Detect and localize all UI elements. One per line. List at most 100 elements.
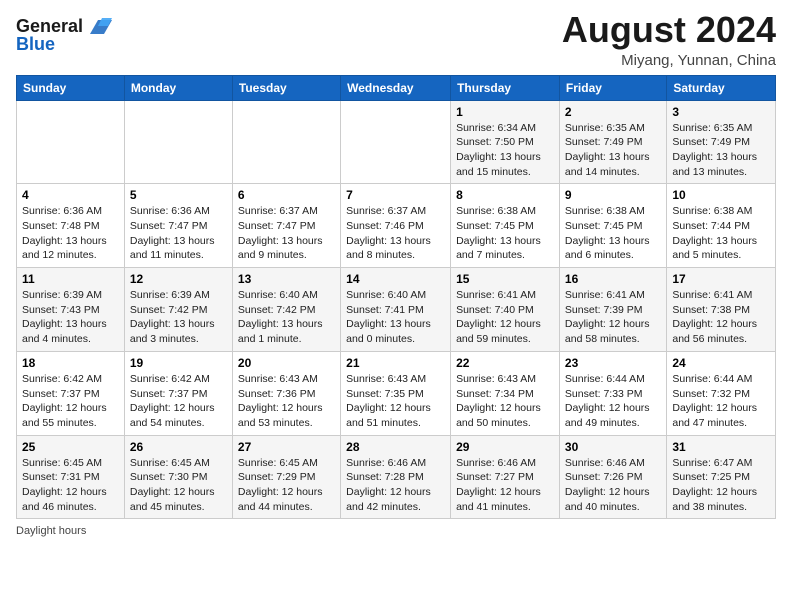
day-info: Sunrise: 6:41 AMSunset: 7:38 PMDaylight:… (672, 288, 770, 347)
day-info: Sunrise: 6:43 AMSunset: 7:36 PMDaylight:… (238, 372, 335, 431)
day-number: 14 (346, 272, 445, 286)
day-info: Sunrise: 6:46 AMSunset: 7:28 PMDaylight:… (346, 456, 445, 515)
calendar-week-row: 4 Sunrise: 6:36 AMSunset: 7:48 PMDaylight… (17, 184, 776, 268)
day-info: Sunrise: 6:43 AMSunset: 7:34 PMDaylight:… (456, 372, 554, 431)
day-number: 9 (565, 188, 661, 202)
page: General Blue August 2024 Miyang, Yunnan,… (0, 0, 792, 612)
col-header-tuesday: Tuesday (232, 75, 340, 100)
day-info: Sunrise: 6:40 AMSunset: 7:42 PMDaylight:… (238, 288, 335, 347)
calendar-cell: 29Sunrise: 6:46 AMSunset: 7:27 PMDayligh… (451, 435, 560, 519)
calendar-week-row: 25Sunrise: 6:45 AMSunset: 7:31 PMDayligh… (17, 435, 776, 519)
day-info: Sunrise: 6:42 AMSunset: 7:37 PMDaylight:… (22, 372, 119, 431)
calendar-cell: 18 Sunrise: 6:42 AMSunset: 7:37 PMDayligh… (17, 351, 125, 435)
day-info: Sunrise: 6:39 AMSunset: 7:42 PMDaylight:… (130, 288, 227, 347)
calendar-cell: 14 Sunrise: 6:40 AMSunset: 7:41 PMDayligh… (341, 268, 451, 352)
day-info: Sunrise: 6:37 AMSunset: 7:46 PMDaylight:… (346, 204, 445, 263)
calendar-cell (17, 100, 125, 184)
day-number: 12 (130, 272, 227, 286)
day-info: Sunrise: 6:36 AMSunset: 7:47 PMDaylight:… (130, 204, 227, 263)
day-info: Sunrise: 6:46 AMSunset: 7:26 PMDaylight:… (565, 456, 661, 515)
day-info: Sunrise: 6:37 AMSunset: 7:47 PMDaylight:… (238, 204, 335, 263)
day-number: 28 (346, 440, 445, 454)
day-number: 19 (130, 356, 227, 370)
day-number: 21 (346, 356, 445, 370)
calendar-cell: 25Sunrise: 6:45 AMSunset: 7:31 PMDayligh… (17, 435, 125, 519)
day-number: 31 (672, 440, 770, 454)
calendar-cell: 31 Sunrise: 6:47 AMSunset: 7:25 PMDayligh… (667, 435, 776, 519)
calendar-cell: 20 Sunrise: 6:43 AMSunset: 7:36 PMDayligh… (232, 351, 340, 435)
calendar-cell (124, 100, 232, 184)
calendar-cell: 3 Sunrise: 6:35 AMSunset: 7:49 PMDaylight… (667, 100, 776, 184)
logo-blue: Blue (16, 34, 55, 55)
day-number: 11 (22, 272, 119, 286)
day-info: Sunrise: 6:34 AMSunset: 7:50 PMDaylight:… (456, 121, 554, 180)
col-header-thursday: Thursday (451, 75, 560, 100)
day-info: Sunrise: 6:47 AMSunset: 7:25 PMDaylight:… (672, 456, 770, 515)
calendar-cell (232, 100, 340, 184)
day-info: Sunrise: 6:35 AMSunset: 7:49 PMDaylight:… (672, 121, 770, 180)
calendar-cell: 8 Sunrise: 6:38 AMSunset: 7:45 PMDaylight… (451, 184, 560, 268)
day-number: 18 (22, 356, 119, 370)
day-number: 10 (672, 188, 770, 202)
day-info: Sunrise: 6:38 AMSunset: 7:45 PMDaylight:… (456, 204, 554, 263)
day-number: 23 (565, 356, 661, 370)
calendar-cell: 15Sunrise: 6:41 AMSunset: 7:40 PMDayligh… (451, 268, 560, 352)
footer: Daylight hours (16, 525, 776, 537)
calendar-cell: 5 Sunrise: 6:36 AMSunset: 7:47 PMDaylight… (124, 184, 232, 268)
month-title: August 2024 (562, 10, 776, 50)
day-info: Sunrise: 6:44 AMSunset: 7:32 PMDaylight:… (672, 372, 770, 431)
day-info: Sunrise: 6:38 AMSunset: 7:45 PMDaylight:… (565, 204, 661, 263)
day-number: 8 (456, 188, 554, 202)
calendar-cell: 22 Sunrise: 6:43 AMSunset: 7:34 PMDayligh… (451, 351, 560, 435)
calendar-cell: 2Sunrise: 6:35 AMSunset: 7:49 PMDaylight… (559, 100, 666, 184)
calendar-cell: 13Sunrise: 6:40 AMSunset: 7:42 PMDayligh… (232, 268, 340, 352)
header: General Blue August 2024 Miyang, Yunnan,… (16, 10, 776, 69)
calendar-cell: 7 Sunrise: 6:37 AMSunset: 7:46 PMDaylight… (341, 184, 451, 268)
calendar-week-row: 18 Sunrise: 6:42 AMSunset: 7:37 PMDayligh… (17, 351, 776, 435)
col-header-sunday: Sunday (17, 75, 125, 100)
day-info: Sunrise: 6:45 AMSunset: 7:29 PMDaylight:… (238, 456, 335, 515)
day-info: Sunrise: 6:42 AMSunset: 7:37 PMDaylight:… (130, 372, 227, 431)
day-info: Sunrise: 6:41 AMSunset: 7:39 PMDaylight:… (565, 288, 661, 347)
title-block: August 2024 Miyang, Yunnan, China (562, 10, 776, 69)
day-number: 3 (672, 105, 770, 119)
day-number: 6 (238, 188, 335, 202)
day-number: 30 (565, 440, 661, 454)
calendar-cell: 19 Sunrise: 6:42 AMSunset: 7:37 PMDayligh… (124, 351, 232, 435)
day-number: 20 (238, 356, 335, 370)
day-number: 15 (456, 272, 554, 286)
calendar-cell: 30 Sunrise: 6:46 AMSunset: 7:26 PMDayligh… (559, 435, 666, 519)
calendar-cell: 27 Sunrise: 6:45 AMSunset: 7:29 PMDayligh… (232, 435, 340, 519)
day-info: Sunrise: 6:44 AMSunset: 7:33 PMDaylight:… (565, 372, 661, 431)
day-number: 16 (565, 272, 661, 286)
calendar-week-row: 11 Sunrise: 6:39 AMSunset: 7:43 PMDayligh… (17, 268, 776, 352)
calendar-cell: 10Sunrise: 6:38 AMSunset: 7:44 PMDayligh… (667, 184, 776, 268)
calendar-cell: 11 Sunrise: 6:39 AMSunset: 7:43 PMDayligh… (17, 268, 125, 352)
location: Miyang, Yunnan, China (562, 52, 776, 69)
col-header-wednesday: Wednesday (341, 75, 451, 100)
day-number: 4 (22, 188, 119, 202)
day-info: Sunrise: 6:45 AMSunset: 7:31 PMDaylight:… (22, 456, 119, 515)
day-info: Sunrise: 6:43 AMSunset: 7:35 PMDaylight:… (346, 372, 445, 431)
day-info: Sunrise: 6:39 AMSunset: 7:43 PMDaylight:… (22, 288, 119, 347)
calendar-cell: 28 Sunrise: 6:46 AMSunset: 7:28 PMDayligh… (341, 435, 451, 519)
day-number: 22 (456, 356, 554, 370)
day-number: 27 (238, 440, 335, 454)
calendar-cell: 12 Sunrise: 6:39 AMSunset: 7:42 PMDayligh… (124, 268, 232, 352)
day-number: 7 (346, 188, 445, 202)
day-number: 26 (130, 440, 227, 454)
day-info: Sunrise: 6:40 AMSunset: 7:41 PMDaylight:… (346, 288, 445, 347)
logo-icon (86, 12, 112, 38)
day-number: 1 (456, 105, 554, 119)
day-info: Sunrise: 6:35 AMSunset: 7:49 PMDaylight:… (565, 121, 661, 180)
calendar-cell (341, 100, 451, 184)
calendar-cell: 23 Sunrise: 6:44 AMSunset: 7:33 PMDayligh… (559, 351, 666, 435)
day-number: 24 (672, 356, 770, 370)
calendar-cell: 4 Sunrise: 6:36 AMSunset: 7:48 PMDaylight… (17, 184, 125, 268)
calendar-cell: 6 Sunrise: 6:37 AMSunset: 7:47 PMDaylight… (232, 184, 340, 268)
day-number: 5 (130, 188, 227, 202)
calendar-cell: 24 Sunrise: 6:44 AMSunset: 7:32 PMDayligh… (667, 351, 776, 435)
col-header-monday: Monday (124, 75, 232, 100)
day-number: 29 (456, 440, 554, 454)
day-info: Sunrise: 6:36 AMSunset: 7:48 PMDaylight:… (22, 204, 119, 263)
